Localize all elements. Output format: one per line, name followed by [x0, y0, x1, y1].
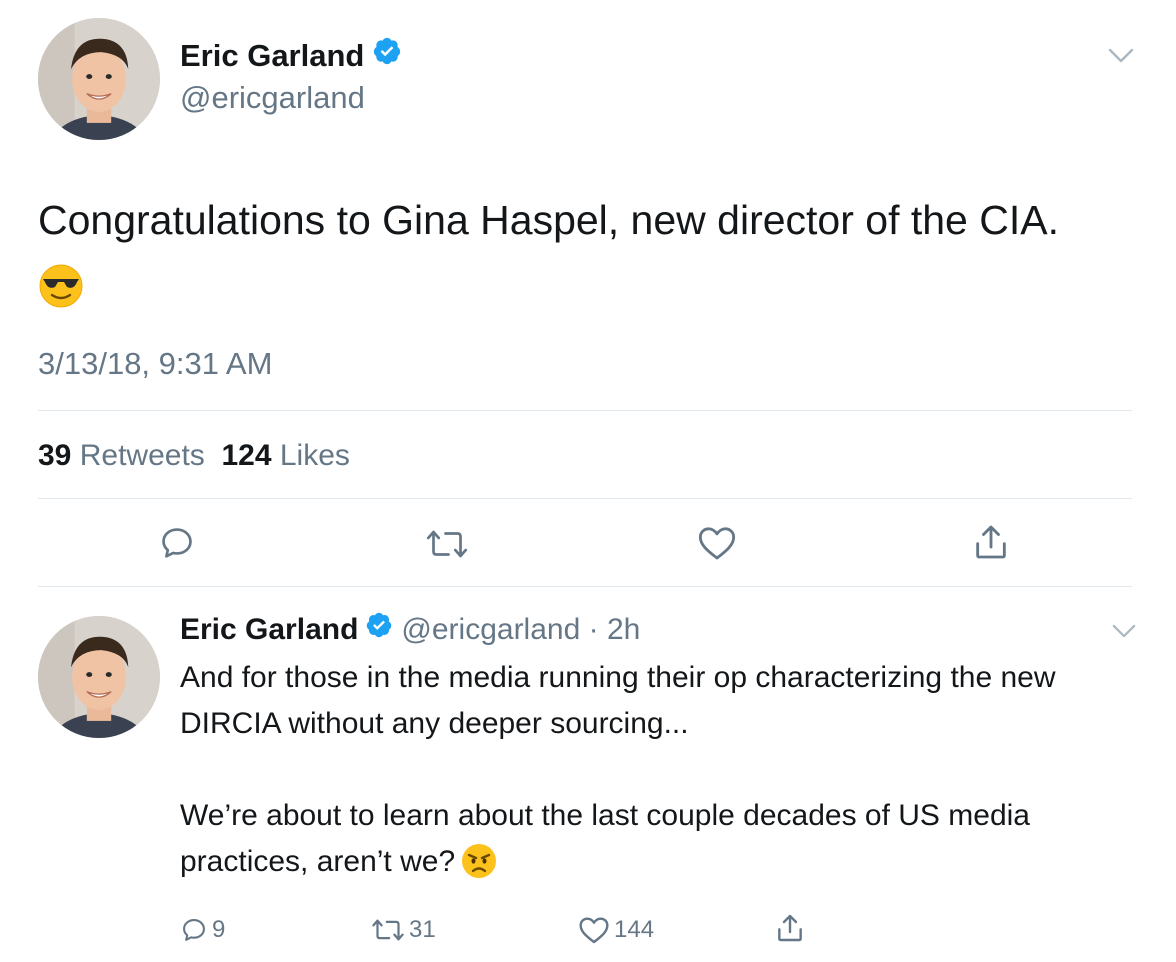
reply-paragraph-with-emoji: We’re about to learn about the last coup… [180, 793, 1140, 893]
sunglasses-emoji-icon [38, 263, 84, 314]
retweet-stat[interactable]: 39 Retweets [38, 439, 205, 472]
share-button[interactable] [971, 522, 1011, 567]
angry-face-emoji-icon [461, 843, 497, 893]
tweet-timestamp[interactable]: 3/13/18, 9:31 AM [38, 343, 272, 385]
divider [38, 498, 1132, 499]
like-button[interactable] [697, 524, 737, 567]
like-count: 144 [614, 916, 655, 943]
reply-button[interactable] [158, 524, 196, 567]
retweet-icon [426, 530, 468, 558]
person-photo-icon [38, 616, 160, 738]
reply-author-name[interactable]: Eric Garland [180, 609, 358, 651]
heart-icon [698, 527, 736, 560]
reply-text: And for those in the media running their… [180, 655, 1140, 893]
reply-paragraph: And for those in the media running their… [180, 661, 1056, 740]
reply-icon [183, 919, 205, 941]
reply-icon [162, 528, 192, 558]
reply-header: Eric Garland @ericgarland · 2h [180, 609, 640, 651]
person-photo-icon [38, 18, 160, 140]
reply-count: 9 [212, 916, 226, 943]
author-handle[interactable]: @ericgarland [180, 78, 365, 118]
like-stat[interactable]: 124 Likes [221, 439, 349, 472]
reply-share-button[interactable] [774, 911, 806, 945]
divider [38, 410, 1132, 411]
reply-retweet-button[interactable]: 31 [371, 914, 436, 946]
retweet-button[interactable] [426, 526, 468, 567]
heart-icon [579, 917, 609, 944]
author-avatar[interactable] [38, 18, 160, 140]
retweet-icon [372, 919, 404, 941]
chevron-down-icon[interactable] [1108, 48, 1134, 69]
divider [38, 586, 1132, 587]
author-name[interactable]: Eric Garland [180, 36, 364, 76]
retweet-count: 31 [409, 916, 436, 943]
reply-reply-button[interactable]: 9 [180, 914, 225, 946]
verified-badge-icon [365, 609, 393, 651]
chevron-down-icon[interactable] [1112, 624, 1136, 644]
reply-handle-time[interactable]: @ericgarland · 2h [401, 609, 640, 651]
share-icon [976, 525, 1006, 559]
engagement-stats: 39 Retweets 124 Likes [38, 436, 350, 476]
reply-like-button[interactable]: 144 [578, 914, 654, 946]
tweet-text: Congratulations to Gina Haspel, new dire… [38, 197, 1059, 243]
author-name-row[interactable]: Eric Garland [180, 36, 402, 76]
share-icon [778, 914, 802, 942]
verified-badge-icon [372, 36, 402, 76]
reply-author-avatar[interactable] [38, 616, 160, 738]
reply-paragraph: We’re about to learn about the last coup… [180, 799, 1030, 878]
